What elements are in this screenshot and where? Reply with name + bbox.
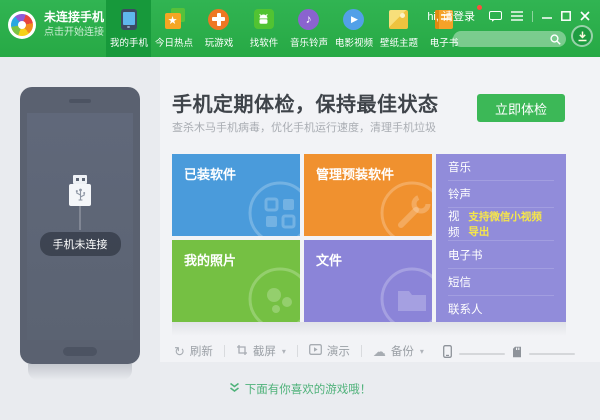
divider bbox=[224, 345, 225, 357]
search-icon[interactable] bbox=[550, 32, 561, 50]
list-item-sms[interactable]: 短信 bbox=[448, 269, 554, 296]
usb-plug-icon bbox=[69, 175, 91, 206]
divider bbox=[361, 345, 362, 357]
backup-button[interactable]: ☁ 备份 ▾ bbox=[373, 343, 424, 359]
refresh-button[interactable]: ↻ 刷新 bbox=[174, 343, 213, 359]
tab-my-phone[interactable]: 我的手机 bbox=[106, 0, 151, 57]
hot-star-icon: ★ bbox=[163, 8, 185, 30]
list-item-contacts[interactable]: 联系人 bbox=[448, 296, 554, 322]
device-toolbar: ↻ 刷新 截屏 ▾ 演示 ☁ 备份 ▾ bbox=[174, 342, 424, 360]
feedback-chat-icon[interactable] bbox=[489, 11, 502, 22]
list-item-ebooks[interactable]: 电子书 bbox=[448, 241, 554, 268]
header-bar: 未连接手机 ▾ 点击开始连接 我的手机 ★ 今日热点 玩游戏 bbox=[0, 0, 600, 57]
tile-files[interactable]: 文件 bbox=[304, 240, 432, 322]
present-icon bbox=[309, 344, 322, 358]
search-box bbox=[453, 29, 566, 47]
chevron-down-icon: ▾ bbox=[420, 347, 424, 356]
crop-icon bbox=[236, 344, 248, 359]
android-icon bbox=[253, 8, 275, 30]
wallpaper-icon bbox=[388, 8, 410, 30]
page-subtitle: 查杀木马手机病毒，优化手机运行速度，清理手机垃圾 bbox=[172, 119, 436, 135]
app-window: 未连接手机 ▾ 点击开始连接 我的手机 ★ 今日热点 玩游戏 bbox=[0, 0, 600, 420]
sd-storage-bar bbox=[529, 353, 575, 355]
device-status-title: 未连接手机 bbox=[44, 10, 104, 25]
feature-tile-grid: 已装软件 管理预装软件 我的照片 文件 bbox=[172, 154, 566, 322]
chevron-down-icon: ▾ bbox=[282, 347, 286, 356]
list-item-music[interactable]: 音乐 bbox=[448, 154, 554, 181]
main-nav: 我的手机 ★ 今日热点 玩游戏 找软件 ♪ 音乐铃声 bbox=[106, 0, 466, 57]
music-note-icon: ♪ bbox=[298, 8, 320, 30]
usb-cable bbox=[79, 206, 81, 230]
list-item-video[interactable]: 视频 支持微信小视频导出 bbox=[448, 208, 554, 241]
login-link[interactable]: hi, 请登录 bbox=[427, 8, 480, 24]
maximize-button[interactable] bbox=[561, 11, 571, 21]
list-item-ringtones[interactable]: 铃声 bbox=[448, 181, 554, 208]
phone-home-button bbox=[63, 347, 97, 356]
tile-my-photos[interactable]: 我的照片 bbox=[172, 240, 300, 322]
double-chevron-down-icon bbox=[229, 380, 240, 398]
phone-tablet-icon bbox=[118, 8, 140, 30]
download-manager-button[interactable] bbox=[571, 25, 593, 47]
window-controls-row: hi, 请登录 bbox=[427, 8, 590, 24]
photos-icon bbox=[244, 263, 300, 322]
divider bbox=[297, 345, 298, 357]
play-circle-icon: ▶ bbox=[343, 8, 365, 30]
close-button[interactable] bbox=[580, 11, 590, 21]
tab-wallpaper-themes[interactable]: 壁纸主题 bbox=[376, 0, 421, 57]
presentation-button[interactable]: 演示 bbox=[309, 343, 350, 359]
cloud-icon: ☁ bbox=[373, 345, 386, 358]
footer-hint-text: 下面有你喜欢的游戏哦！ bbox=[245, 381, 372, 397]
tile-installed-apps[interactable]: 已装软件 bbox=[172, 154, 300, 236]
divider bbox=[532, 11, 533, 22]
apps-grid-icon bbox=[244, 177, 300, 236]
device-status-subtitle: 点击开始连接 bbox=[44, 27, 114, 40]
footer-games-hint[interactable]: 下面有你喜欢的游戏哦！ bbox=[0, 362, 600, 420]
page-title: 手机定期体检，保持最佳状态 bbox=[172, 88, 439, 117]
main-content: 手机定期体检，保持最佳状态 查杀木马手机病毒，优化手机运行速度，清理手机垃圾 立… bbox=[160, 57, 600, 362]
tab-music-ringtones[interactable]: ♪ 音乐铃声 bbox=[286, 0, 331, 57]
content-category-list: 音乐 铃声 视频 支持微信小视频导出 电子书 短信 联系人 bbox=[436, 154, 566, 322]
storage-indicators bbox=[443, 345, 575, 363]
phone-screen: 手机未连接 bbox=[27, 113, 133, 340]
sd-card-storage-icon bbox=[512, 345, 522, 363]
login-notification-dot bbox=[477, 5, 482, 10]
tab-apps[interactable]: 找软件 bbox=[241, 0, 286, 57]
phone-storage-bar bbox=[459, 353, 505, 355]
wechat-video-export-note: 支持微信小视频导出 bbox=[468, 209, 554, 239]
download-icon bbox=[577, 31, 588, 42]
tab-today-hot[interactable]: ★ 今日热点 bbox=[151, 0, 196, 57]
tab-games[interactable]: 玩游戏 bbox=[196, 0, 241, 57]
app-logo-icon bbox=[8, 11, 36, 39]
refresh-icon: ↻ bbox=[174, 345, 185, 358]
folder-icon bbox=[376, 263, 432, 322]
wrench-icon bbox=[376, 177, 432, 236]
phone-storage-icon bbox=[443, 345, 452, 363]
screenshot-button[interactable]: 截屏 ▾ bbox=[236, 343, 286, 359]
device-connect-menu[interactable]: 未连接手机 ▾ 点击开始连接 bbox=[8, 10, 114, 40]
main-menu-icon[interactable] bbox=[511, 11, 523, 21]
phone-status-badge: 手机未连接 bbox=[40, 232, 121, 256]
phone-speaker-slot bbox=[69, 99, 91, 103]
phone-illustration: 手机未连接 bbox=[20, 87, 140, 364]
checkup-now-button[interactable]: 立即体检 bbox=[477, 94, 565, 122]
minimize-button[interactable] bbox=[542, 11, 552, 21]
tab-movies-video[interactable]: ▶ 电影视频 bbox=[331, 0, 376, 57]
tile-preinstalled-apps[interactable]: 管理预装软件 bbox=[304, 154, 432, 236]
gamepad-icon bbox=[208, 8, 230, 30]
